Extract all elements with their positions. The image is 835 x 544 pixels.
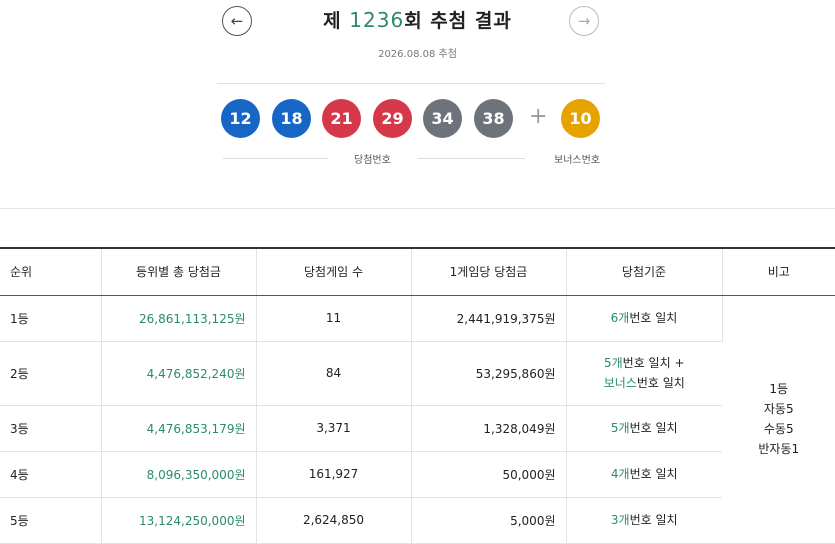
title-prefix: 제: [323, 10, 350, 32]
rank-cell: 3등: [0, 405, 102, 452]
criteria-cell: 4개번호 일치: [566, 451, 722, 498]
winning-numbers-label: 당첨번호: [354, 155, 391, 166]
winner-count-cell: 11: [256, 295, 412, 342]
rank-cell: 1등: [0, 295, 102, 342]
table-row: 2등 4,476,852,240원 84 53,295,860원 5개번호 일치…: [0, 341, 835, 406]
winning-ball-1: 12: [221, 99, 260, 138]
col-rank: 순위: [0, 247, 102, 296]
table-row: 3등 4,476,853,179원 3,371 1,328,049원 5개번호 …: [0, 405, 835, 452]
criteria-cell: 5개번호 일치: [566, 405, 722, 452]
prize-per-game-cell: 5,000원: [411, 497, 567, 544]
rank-cell: 2등: [0, 341, 102, 406]
winning-ball-2: 18: [272, 99, 311, 138]
total-prize-cell: 13,124,250,000원: [101, 497, 257, 544]
col-prize-per-game: 1게임당 당첨금: [411, 247, 567, 296]
winner-count-cell: 2,624,850: [256, 497, 412, 544]
draw-date: 2026.08.08 추첨: [378, 49, 457, 60]
label-line-left: [223, 158, 328, 159]
prize-per-game-cell: 2,441,919,375원: [411, 295, 567, 342]
col-total-prize: 등위별 총 당첨금: [101, 247, 257, 296]
winning-ball-5: 34: [423, 99, 462, 138]
total-prize-cell: 26,861,113,125원: [101, 295, 257, 342]
rank-cell: 4등: [0, 451, 102, 498]
table-header-row: 순위 등위별 총 당첨금 당첨게임 수 1게임당 당첨금 당첨기준 비고: [0, 247, 835, 296]
label-line-right: [418, 158, 525, 159]
bonus-ball: 10: [561, 99, 600, 138]
total-prize-cell: 4,476,853,179원: [101, 405, 257, 452]
table-row: 1등 26,861,113,125원 11 2,441,919,375원 6개번…: [0, 295, 835, 544]
prize-per-game-cell: 1,328,049원: [411, 405, 567, 452]
winner-count-cell: 84: [256, 341, 412, 406]
col-winner-count: 당첨게임 수: [256, 247, 412, 296]
col-note: 비고: [722, 247, 835, 296]
criteria-cell: 5개번호 일치 + 보너스번호 일치: [566, 341, 722, 406]
prize-table: 순위 등위별 총 당첨금 당첨게임 수 1게임당 당첨금 당첨기준 비고 1등 …: [0, 247, 835, 544]
winning-ball-4: 29: [373, 99, 412, 138]
winner-count-cell: 3,371: [256, 405, 412, 452]
next-round-button[interactable]: →: [569, 6, 599, 36]
section-divider: [0, 208, 835, 209]
criteria-cell: 6개번호 일치: [566, 295, 723, 342]
plus-sign: +: [529, 104, 548, 129]
winner-count-cell: 161,927: [256, 451, 412, 498]
winning-ball-6: 38: [474, 99, 513, 138]
round-number: 1236: [349, 8, 405, 32]
winning-ball-3: 21: [322, 99, 361, 138]
draw-header: ← 제 1236회 추첨 결과 → 2026.08.08 추첨 12 18 21…: [0, 0, 835, 208]
arrow-right-icon: →: [577, 12, 591, 30]
table-row: 5등 13,124,250,000원 2,624,850 5,000원 3개번호…: [0, 497, 835, 544]
criteria-cell: 3개번호 일치: [566, 497, 722, 544]
page-title: 제 1236회 추첨 결과: [0, 6, 835, 33]
col-criteria: 당첨기준: [566, 247, 723, 296]
total-prize-cell: 8,096,350,000원: [101, 451, 257, 498]
table-row: 4등 8,096,350,000원 161,927 50,000원 4개번호 일…: [0, 451, 835, 498]
note-cell: 1등 자동5 수동5 반자동1: [722, 295, 835, 544]
title-suffix: 회 추첨 결과: [404, 10, 512, 32]
divider: [217, 83, 605, 84]
total-prize-cell: 4,476,852,240원: [101, 341, 257, 406]
rank-cell: 5등: [0, 497, 102, 544]
bonus-number-label: 보너스번호: [554, 155, 600, 166]
prize-per-game-cell: 53,295,860원: [411, 341, 567, 406]
prize-per-game-cell: 50,000원: [411, 451, 567, 498]
